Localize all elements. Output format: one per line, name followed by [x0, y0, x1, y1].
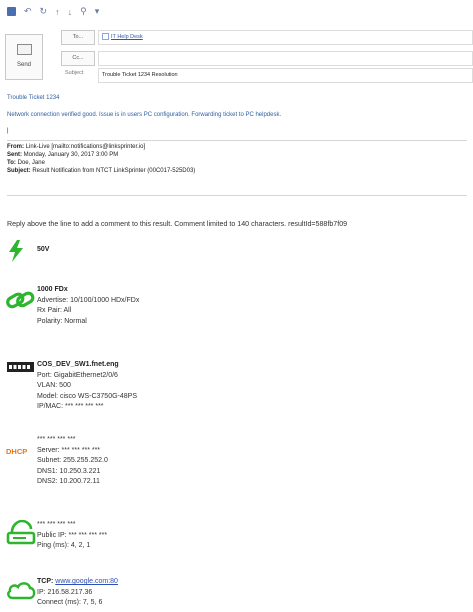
switch-vlan: VLAN: 500 — [37, 382, 71, 390]
dhcp-dns1: DNS1: 10.250.3.221 — [37, 467, 101, 475]
dhcp-icon: DHCP — [6, 447, 28, 456]
attach-icon[interactable]: ⚲ — [80, 6, 87, 17]
switch-name: COS_DEV_SW1.fnet.eng — [37, 361, 119, 368]
header-sent: Sent: Monday, January 30, 2017 3:00 PM — [7, 152, 119, 158]
up-arrow-icon[interactable]: ↑ — [55, 7, 60, 17]
link-rx-pair: Rx Pair: All — [37, 307, 72, 315]
dhcp-details: *** *** *** *** Server: *** *** *** *** … — [37, 435, 108, 488]
switch-port: Port: GigabitEthernet2/0/6 — [37, 371, 118, 379]
ticket-title: Trouble Ticket 1234 — [7, 95, 60, 101]
send-button[interactable]: Send — [5, 34, 43, 80]
header-subject: Subject: Result Notification from NTCT L… — [7, 168, 196, 174]
separator — [7, 195, 467, 196]
dhcp-server: Server: *** *** *** *** — [37, 446, 101, 454]
save-icon[interactable] — [7, 7, 16, 16]
header-from: From: Link-Live [mailto:notifications@li… — [7, 144, 146, 150]
reply-instruction: Reply above the line to add a comment to… — [7, 220, 348, 228]
tcp-ip: IP: 216.58.217.36 — [37, 588, 93, 596]
contact-icon — [102, 33, 109, 41]
subject-label: Subject — [65, 70, 84, 76]
cloud-icon — [7, 582, 36, 600]
gateway-router-icon — [6, 520, 36, 545]
link-details: 1000 FDx Advertise: 10/100/1000 HDx/FDx … — [37, 285, 139, 327]
gateway-ping: Ping (ms): 4, 2, 1 — [37, 542, 91, 550]
switch-model: Model: cisco WS-C3750G-48PS — [37, 392, 137, 400]
tcp-label: TCP: — [37, 578, 54, 585]
to-button[interactable]: To... — [61, 30, 95, 45]
customize-icon[interactable]: ▾ — [95, 6, 100, 17]
text-cursor: | — [7, 128, 9, 134]
to-recipient[interactable]: IT Help Desk — [111, 34, 143, 40]
undo-icon[interactable]: ↶ — [24, 6, 32, 17]
link-polarity: Polarity: Normal — [37, 317, 87, 325]
tcp-url-link[interactable]: www.google.com:80 — [55, 578, 118, 585]
lightning-icon — [9, 240, 23, 262]
switch-icon — [7, 362, 34, 372]
separator — [7, 140, 467, 141]
gateway-public-ip: Public IP: *** *** *** *** — [37, 531, 108, 539]
cc-field[interactable] — [98, 51, 473, 66]
cc-button[interactable]: Cc... — [61, 51, 95, 66]
redo-icon[interactable]: ↻ — [40, 6, 48, 17]
link-speed: 1000 FDx — [37, 286, 68, 293]
tcp-details: TCP: www.google.com:80 IP: 216.58.217.36… — [37, 577, 118, 609]
tcp-connect: Connect (ms): 7, 5, 6 — [37, 599, 103, 607]
quick-access-toolbar: ↶ ↻ ↑ ↓ ⚲ ▾ — [7, 6, 99, 17]
dhcp-dns2: DNS2: 10.200.72.11 — [37, 478, 100, 486]
dhcp-subnet: Subnet: 255.255.252.0 — [37, 457, 108, 465]
switch-ipmac: IP/MAC: *** *** *** *** — [37, 403, 104, 411]
down-arrow-icon[interactable]: ↓ — [68, 7, 73, 17]
subject-field[interactable]: Trouble Ticket 1234 Resolution — [98, 68, 473, 83]
compose-header: Send To... Cc... Subject IT Help Desk Tr… — [5, 28, 473, 86]
to-field[interactable]: IT Help Desk — [98, 30, 473, 45]
header-to: To: Doe, Jane — [7, 160, 45, 166]
power-value: 50V — [37, 246, 50, 253]
gateway-details: *** *** *** *** Public IP: *** *** *** *… — [37, 520, 107, 552]
dhcp-ip: *** *** *** *** — [37, 436, 76, 443]
send-label: Send — [16, 62, 31, 68]
resolution-note: Network connection verified good. Issue … — [7, 112, 282, 118]
link-chain-icon — [6, 291, 35, 309]
gateway-ip: *** *** *** *** — [37, 521, 76, 528]
switch-details: COS_DEV_SW1.fnet.eng Port: GigabitEthern… — [37, 360, 137, 413]
link-advertise: Advertise: 10/100/1000 HDx/FDx — [37, 296, 140, 304]
send-icon — [17, 44, 32, 55]
